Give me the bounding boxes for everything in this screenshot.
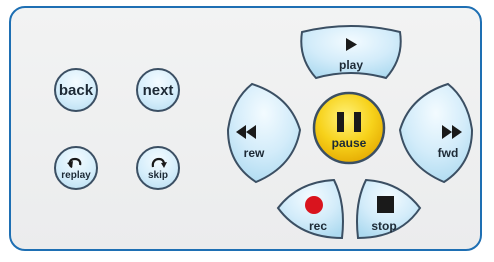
stop-button[interactable]: stop [356, 178, 422, 240]
stop-button-label: stop [371, 219, 396, 233]
play-button-label: play [339, 58, 363, 72]
play-button[interactable]: play [300, 25, 402, 80]
pause-button-label: pause [332, 136, 367, 150]
fwd-button-label: fwd [438, 146, 459, 160]
rew-button[interactable]: rew [226, 82, 302, 184]
stop-icon [377, 196, 394, 213]
record-icon [305, 196, 323, 214]
pause-button[interactable]: pause [312, 91, 386, 165]
rec-button-label: rec [309, 219, 327, 233]
rec-button[interactable]: rec [276, 178, 344, 240]
transport-cluster: play rew fwd pause rec stop [226, 25, 474, 240]
fwd-button[interactable]: fwd [398, 82, 474, 184]
rew-button-label: rew [244, 146, 265, 160]
